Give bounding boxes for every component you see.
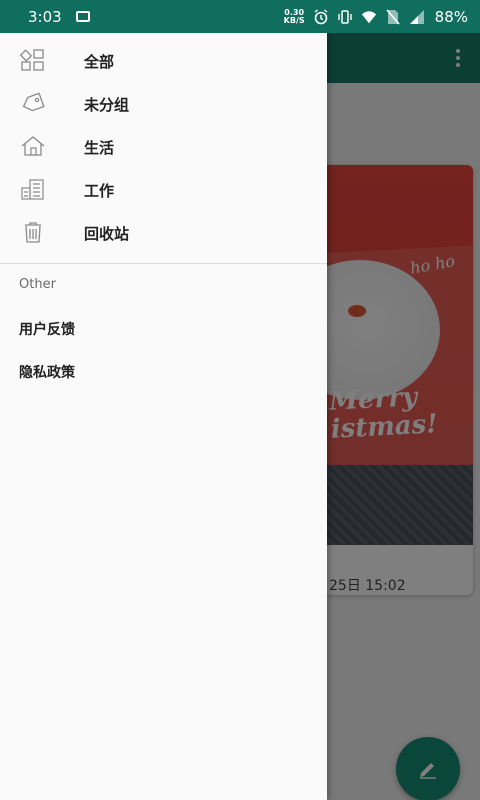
no-sim-icon [385,8,401,25]
drawer-item-label: 工作 [84,182,115,200]
drawer-item-label: 全部 [84,53,115,71]
drawer-item-trash[interactable]: 回收站 [0,212,327,255]
battery-level: 88% [434,7,468,26]
status-time: 3:03 [28,7,62,26]
drawer-item-work[interactable]: 工作 [0,169,327,212]
drawer-item-privacy-policy[interactable]: 隐私政策 [19,362,75,382]
vibrate-icon [337,9,353,25]
drawer-item-ungrouped[interactable]: 未分组 [0,83,327,126]
drawer-item-life[interactable]: 生活 [0,126,327,169]
net-speed: 0.30 KB/S [283,8,305,25]
trash-icon [20,219,46,245]
net-speed-unit: KB/S [283,15,305,25]
alarm-icon [313,8,329,25]
drawer-item-feedback[interactable]: 用户反馈 [19,319,75,339]
drawer-section-title: Other [19,277,56,292]
grid-icon [20,47,46,73]
drawer-divider [0,263,327,264]
drawer-item-label: 未分组 [84,96,130,114]
navigation-drawer: 全部 未分组 生活 工作 回收站 Other 用户反馈 隐私政策 [0,33,327,800]
status-bar: 3:03 0.30 KB/S 88% [0,0,480,33]
wifi-icon [361,9,377,25]
home-icon [20,133,46,159]
signal-icon [409,9,425,25]
office-building-icon [20,176,46,202]
drawer-item-label: 回收站 [84,225,130,243]
image-icon [75,11,90,22]
drawer-item-label: 生活 [84,139,115,157]
tag-icon [20,90,46,116]
drawer-item-all[interactable]: 全部 [0,40,327,83]
status-right: 0.30 KB/S 88% [284,8,468,26]
